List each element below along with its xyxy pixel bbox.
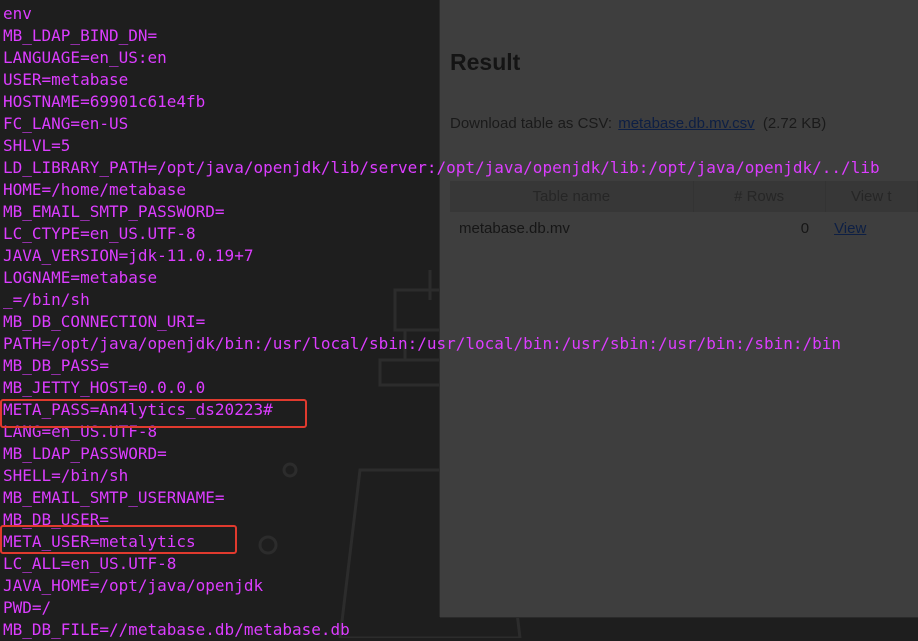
- terminal-line: MB_LDAP_BIND_DN=: [3, 26, 158, 45]
- terminal-line: USER=metabase: [3, 70, 129, 89]
- terminal-line: MB_DB_USER=: [3, 510, 109, 529]
- terminal-line: MB_LDAP_PASSWORD=: [3, 444, 167, 463]
- terminal-line: LOGNAME=metabase: [3, 268, 158, 287]
- terminal-line: env: [3, 4, 32, 23]
- terminal-line: LD_LIBRARY_PATH=/opt/java/openjdk/lib/se…: [3, 158, 880, 177]
- terminal-line: SHELL=/bin/sh: [3, 466, 129, 485]
- terminal-line: PWD=/: [3, 598, 52, 617]
- terminal-line: LC_ALL=en_US.UTF-8: [3, 554, 177, 573]
- terminal-line: LANGUAGE=en_US:en: [3, 48, 167, 67]
- terminal-line: FC_LANG=en-US: [3, 114, 129, 133]
- terminal-line: LANG=en_US.UTF-8: [3, 422, 158, 441]
- terminal-line: LC_CTYPE=en_US.UTF-8: [3, 224, 196, 243]
- terminal-line: HOME=/home/metabase: [3, 180, 187, 199]
- terminal-line-meta-pass: META_PASS=An4lytics_ds20223#: [3, 400, 273, 419]
- terminal-line: MB_EMAIL_SMTP_USERNAME=: [3, 488, 225, 507]
- terminal-line: MB_DB_CONNECTION_URI=: [3, 312, 206, 331]
- terminal-line: JAVA_VERSION=jdk-11.0.19+7: [3, 246, 254, 265]
- terminal-line: _=/bin/sh: [3, 290, 90, 309]
- terminal-output[interactable]: env MB_LDAP_BIND_DN= LANGUAGE=en_US:en U…: [3, 3, 880, 641]
- terminal-line-meta-user: META_USER=metalytics: [3, 532, 196, 551]
- terminal-line: PATH=/opt/java/openjdk/bin:/usr/local/sb…: [3, 334, 842, 353]
- terminal-line: JAVA_HOME=/opt/java/openjdk: [3, 576, 264, 595]
- terminal-line: MB_EMAIL_SMTP_PASSWORD=: [3, 202, 225, 221]
- terminal-line: MB_JETTY_HOST=0.0.0.0: [3, 378, 206, 397]
- terminal-line: MB_DB_PASS=: [3, 356, 109, 375]
- terminal-line: HOSTNAME=69901c61e4fb: [3, 92, 206, 111]
- terminal-line: SHLVL=5: [3, 136, 71, 155]
